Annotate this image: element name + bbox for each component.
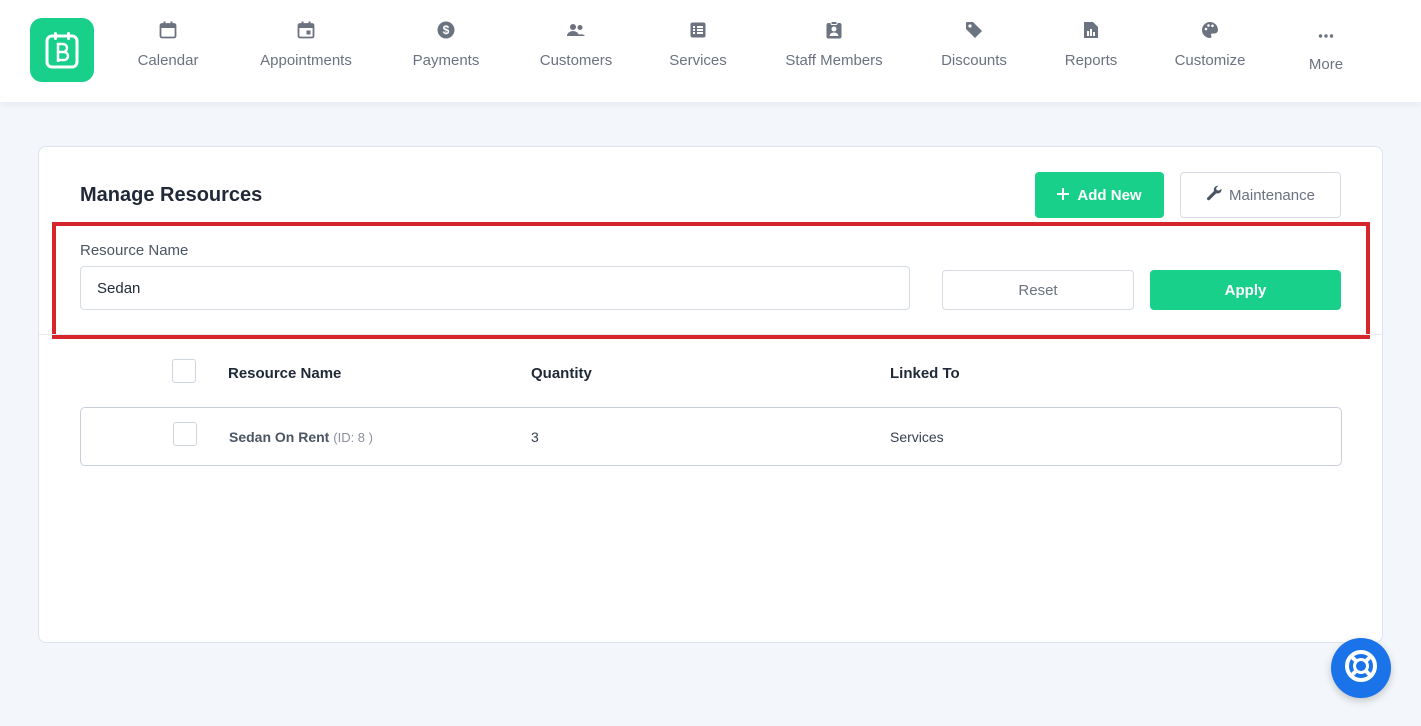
nav-label: Customers bbox=[539, 52, 613, 69]
plus-icon bbox=[1057, 187, 1070, 204]
nav-label: Services bbox=[669, 52, 727, 69]
dollar-circle-icon: $ bbox=[436, 20, 456, 40]
list-icon bbox=[688, 20, 708, 40]
nav-customers[interactable]: Customers bbox=[536, 20, 616, 80]
nav-label: Payments bbox=[412, 52, 480, 69]
tag-icon bbox=[964, 20, 984, 40]
app-logo[interactable] bbox=[30, 18, 94, 82]
add-new-label: Add New bbox=[1077, 186, 1142, 204]
users-icon bbox=[566, 20, 586, 40]
nav-label: Reports bbox=[1064, 52, 1118, 69]
resource-name[interactable]: Sedan On Rent bbox=[229, 429, 329, 445]
column-header-quantity[interactable]: Quantity bbox=[531, 365, 592, 382]
nav-appointments[interactable]: Appointments bbox=[255, 20, 357, 80]
column-header-linked-to[interactable]: Linked To bbox=[890, 365, 960, 382]
clipboard-user-icon bbox=[824, 20, 844, 40]
lifebuoy-icon bbox=[1344, 649, 1378, 688]
nav-staff-members[interactable]: Staff Members bbox=[782, 20, 886, 80]
select-all-checkbox[interactable] bbox=[172, 359, 196, 383]
wrench-icon bbox=[1206, 185, 1223, 206]
resource-name-input[interactable] bbox=[80, 266, 910, 310]
nav-services[interactable]: Services bbox=[668, 20, 728, 80]
resource-name-filter-label: Resource Name bbox=[80, 242, 189, 259]
nav-calendar[interactable]: Calendar bbox=[134, 20, 202, 80]
apply-button[interactable]: Apply bbox=[1150, 270, 1341, 310]
calendar-icon bbox=[158, 20, 178, 40]
nav-label: More bbox=[1308, 56, 1344, 73]
top-navbar: Calendar Appointments $ Payments Custome… bbox=[0, 0, 1421, 102]
help-button[interactable] bbox=[1331, 638, 1391, 698]
nav-label: Calendar bbox=[137, 52, 199, 69]
palette-icon bbox=[1200, 20, 1220, 40]
page-title: Manage Resources bbox=[80, 184, 263, 206]
more-dots-icon bbox=[1316, 20, 1336, 40]
resource-name-cell: Sedan On Rent (ID: 8 ) bbox=[229, 429, 373, 445]
calendar-event-icon bbox=[296, 20, 316, 40]
row-checkbox[interactable] bbox=[173, 422, 197, 446]
column-header-resource-name[interactable]: Resource Name bbox=[228, 365, 341, 382]
resources-card: Manage Resources Add New Maintenance Res… bbox=[38, 146, 1383, 643]
nav-reports[interactable]: Reports bbox=[1063, 20, 1119, 80]
resource-id: (ID: 8 ) bbox=[333, 430, 373, 445]
reset-button[interactable]: Reset bbox=[942, 270, 1134, 310]
nav-label: Staff Members bbox=[785, 52, 883, 69]
nav-customize[interactable]: Customize bbox=[1171, 20, 1249, 80]
add-new-button[interactable]: Add New bbox=[1035, 172, 1164, 218]
nav-label: Discounts bbox=[941, 52, 1007, 69]
nav-label: Appointments bbox=[260, 52, 352, 69]
divider bbox=[39, 334, 1382, 335]
quantity-cell: 3 bbox=[531, 429, 539, 445]
svg-text:$: $ bbox=[443, 23, 450, 37]
report-icon bbox=[1081, 20, 1101, 40]
nav-discounts[interactable]: Discounts bbox=[939, 20, 1009, 80]
nav-label: Customize bbox=[1174, 52, 1246, 69]
logo-icon bbox=[45, 32, 79, 69]
table-row[interactable]: Sedan On Rent (ID: 8 ) 3 Services bbox=[80, 407, 1342, 466]
maintenance-button[interactable]: Maintenance bbox=[1180, 172, 1341, 218]
maintenance-label: Maintenance bbox=[1229, 186, 1315, 204]
nav-more[interactable]: More bbox=[1305, 20, 1347, 80]
nav-payments[interactable]: $ Payments bbox=[410, 20, 482, 80]
linked-to-cell: Services bbox=[890, 429, 944, 445]
